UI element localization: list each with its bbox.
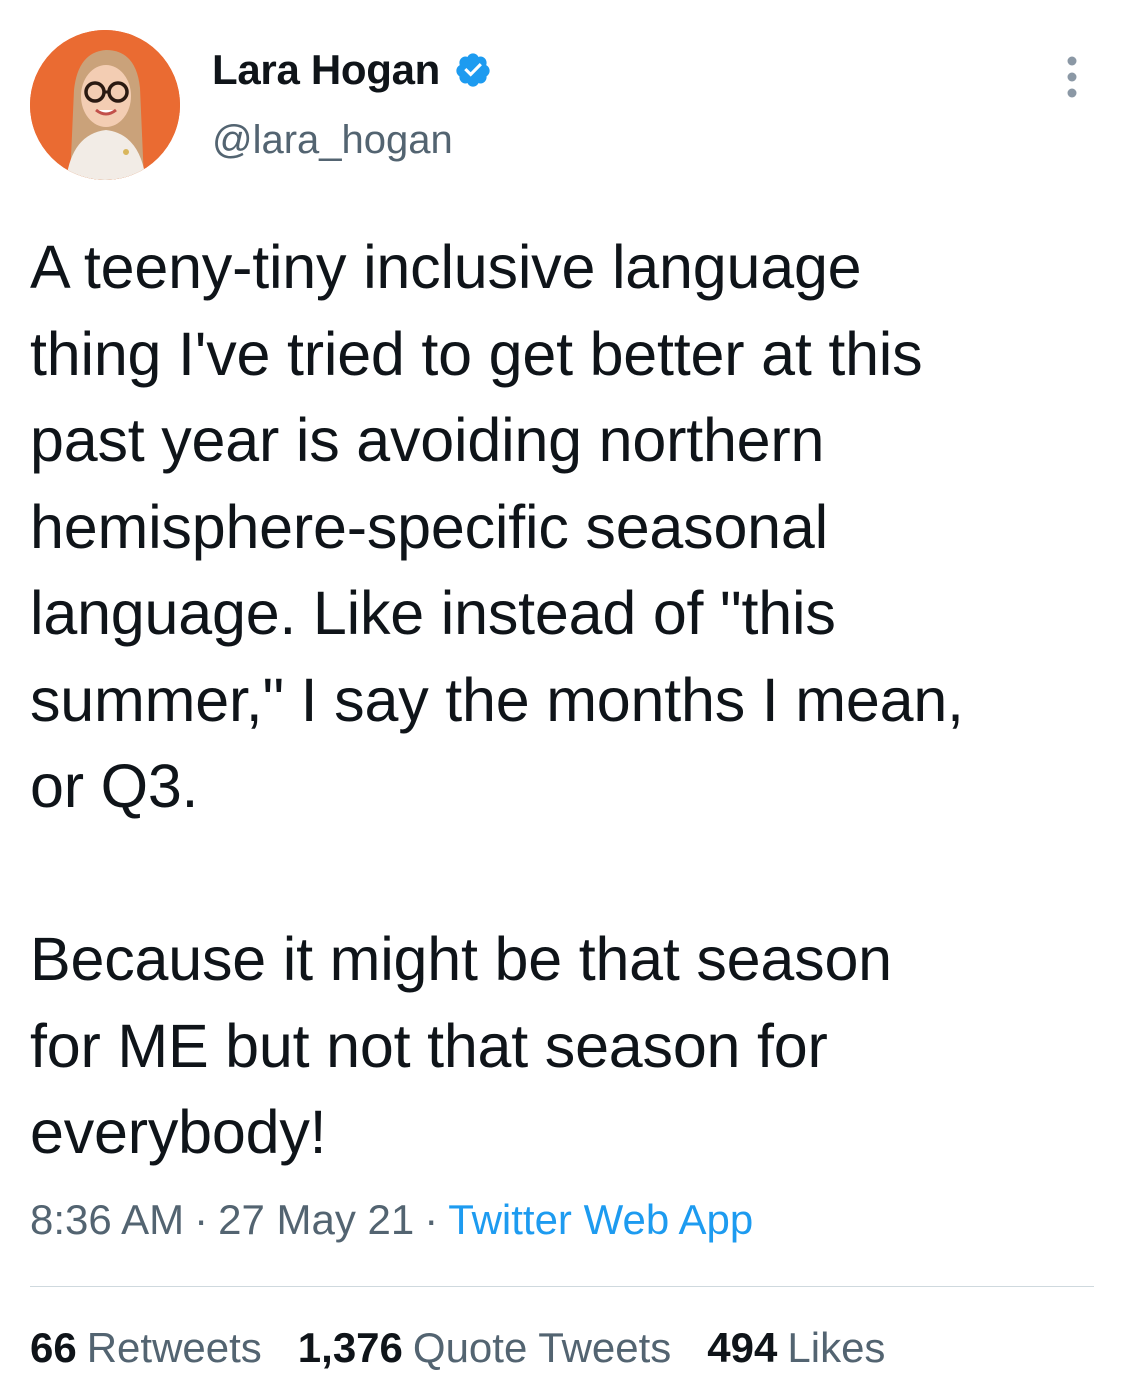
author-name-row: Lara Hogan bbox=[212, 46, 492, 94]
tweet-card: Lara Hogan @lara_hogan A teeny-tiny incl… bbox=[0, 0, 1122, 1391]
avatar[interactable] bbox=[30, 30, 180, 180]
tweet-line: or Q3. bbox=[30, 752, 199, 820]
tweet-line: language. Like instead of "this bbox=[30, 579, 836, 647]
tweet-source-link[interactable]: Twitter Web App bbox=[448, 1196, 753, 1243]
tweet-line: past year is avoiding northern bbox=[30, 406, 825, 474]
quote-tweets-label: Quote Tweets bbox=[412, 1324, 672, 1371]
tweet-line: Because it might be that season bbox=[30, 925, 892, 993]
likes-count: 494 bbox=[707, 1324, 778, 1371]
tweet-date[interactable]: 27 May 21 bbox=[218, 1196, 414, 1243]
tweet-line: thing I've tried to get better at this bbox=[30, 319, 923, 388]
verified-badge-icon bbox=[456, 53, 490, 87]
author-handle[interactable]: @lara_hogan bbox=[212, 118, 453, 163]
tweet-line: summer," I say the months I mean, bbox=[30, 665, 964, 734]
quote-tweets-count: 1,376 bbox=[297, 1324, 403, 1371]
tweet-meta: 8:36 AM · 27 May 21 · Twitter Web App bbox=[30, 1196, 753, 1244]
tweet-line: for ME but not that season for bbox=[30, 1011, 828, 1080]
more-vertical-icon[interactable] bbox=[1054, 52, 1090, 102]
retweets-count: 66 bbox=[30, 1324, 77, 1371]
divider bbox=[30, 1286, 1094, 1287]
retweets-label: Retweets bbox=[86, 1324, 262, 1371]
tweet-line: everybody! bbox=[30, 1098, 327, 1166]
profile-photo-icon bbox=[30, 30, 180, 180]
tweet-text: A teeny-tiny inclusive language thing I'… bbox=[30, 224, 1100, 1176]
quote-tweets-stat[interactable]: 1,376 Quote Tweets bbox=[298, 1324, 672, 1372]
tweet-time[interactable]: 8:36 AM bbox=[30, 1196, 184, 1243]
tweet-line: A teeny-tiny inclusive language bbox=[30, 233, 862, 301]
likes-stat[interactable]: 494 Likes bbox=[707, 1324, 885, 1372]
engagement-stats: 66 Retweets 1,376 Quote Tweets 494 Likes bbox=[30, 1324, 885, 1372]
tweet-line: hemisphere-specific seasonal bbox=[30, 492, 828, 561]
retweets-stat[interactable]: 66 Retweets bbox=[30, 1324, 262, 1372]
likes-label: Likes bbox=[787, 1324, 886, 1371]
meta-separator: · bbox=[424, 1196, 439, 1243]
meta-separator: · bbox=[194, 1196, 209, 1243]
display-name[interactable]: Lara Hogan bbox=[212, 46, 440, 94]
